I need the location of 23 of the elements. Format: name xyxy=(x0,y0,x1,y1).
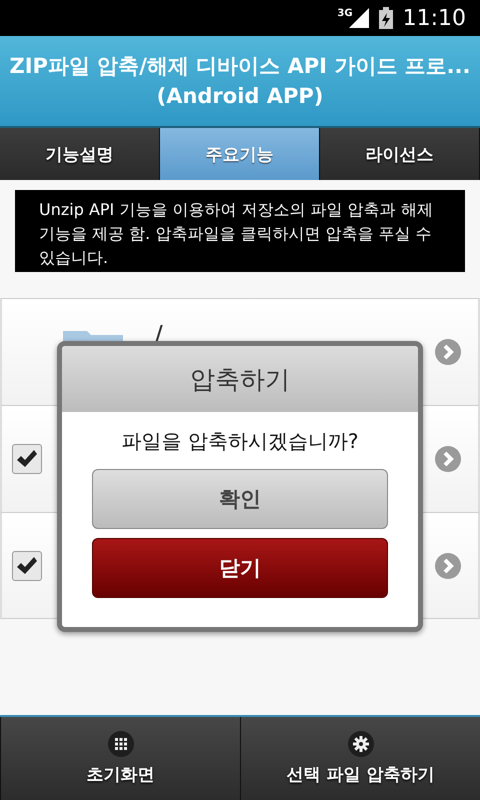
clock: 11:10 xyxy=(402,6,466,30)
checkbox[interactable] xyxy=(12,444,42,474)
chevron-icon[interactable] xyxy=(434,338,462,366)
close-button[interactable]: 닫기 xyxy=(92,538,388,598)
tab[interactable]: 기능설명 xyxy=(0,128,160,180)
app-title: (Android APP) xyxy=(156,83,324,110)
description-text: Unzip API 기능을 이용하여 저장소의 파일 압축과 해제 기능을 제공 함. 압축파일을 클릭하시면 압축을 푸실 수 있습니다. xyxy=(15,190,465,272)
chevron-icon[interactable] xyxy=(434,445,462,473)
dialog-message: 파일을 압축하시겠습니까? xyxy=(122,428,358,455)
checkmark-icon xyxy=(16,449,38,469)
battery-icon xyxy=(378,7,393,29)
network-type: 3G xyxy=(337,8,353,19)
chevron-icon[interactable] xyxy=(434,552,462,580)
dialog-title: 압축하기 xyxy=(190,364,290,396)
app-title: ZIP파일 압축/해제 디바이스 API 가이드 프로... xyxy=(9,53,471,80)
nav-button[interactable]: 초기화면 xyxy=(0,717,240,800)
tab[interactable]: 라이선스 xyxy=(320,128,480,180)
nav-button[interactable]: 선택 파일 압축하기 xyxy=(240,717,480,800)
grid-icon xyxy=(108,731,134,757)
checkbox[interactable] xyxy=(12,550,42,580)
confirm-button[interactable]: 확인 xyxy=(92,469,388,529)
settings-icon xyxy=(348,731,374,757)
checkmark-icon xyxy=(16,556,38,576)
